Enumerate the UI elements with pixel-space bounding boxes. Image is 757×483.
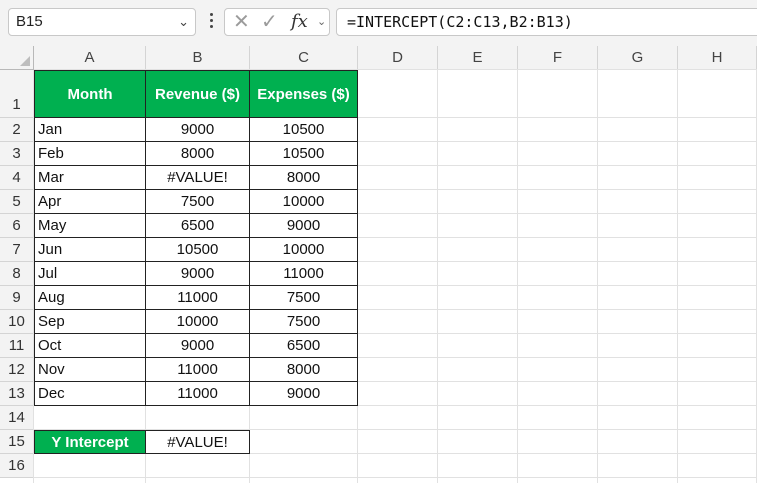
column-header-h[interactable]: H <box>678 46 757 70</box>
select-all-button[interactable] <box>0 46 34 70</box>
table-cell[interactable]: 11000 <box>146 358 250 382</box>
table-cell[interactable]: 11000 <box>146 286 250 310</box>
row-header-4[interactable]: 4 <box>0 166 34 190</box>
table-cell[interactable]: 9000 <box>250 214 358 238</box>
table-cell[interactable]: Mar <box>34 166 146 190</box>
row-header-1[interactable]: 1 <box>0 70 34 118</box>
row-header-3[interactable]: 3 <box>0 142 34 166</box>
more-options-icon[interactable] <box>205 10 217 34</box>
table-cell[interactable]: 9000 <box>146 262 250 286</box>
table-header-cell[interactable]: Expenses ($) <box>250 70 358 118</box>
y-intercept-label[interactable]: Y Intercept <box>34 430 146 454</box>
y-intercept-value[interactable]: #VALUE! <box>146 430 250 454</box>
row-header-12[interactable]: 12 <box>0 358 34 382</box>
table-cell[interactable]: 10500 <box>250 142 358 166</box>
table-cell[interactable]: 7500 <box>250 310 358 334</box>
table-cell[interactable]: #VALUE! <box>146 166 250 190</box>
row-header-6[interactable]: 6 <box>0 214 34 238</box>
table-cell[interactable]: Jan <box>34 118 146 142</box>
table-cell[interactable]: 9000 <box>146 334 250 358</box>
table-header-cell[interactable]: Month <box>34 70 146 118</box>
column-header-c[interactable]: C <box>250 46 358 70</box>
row-header-5[interactable]: 5 <box>0 190 34 214</box>
table-cell[interactable]: 8000 <box>250 358 358 382</box>
confirm-icon[interactable]: ✓ <box>261 9 278 35</box>
table-cell[interactable]: 6500 <box>146 214 250 238</box>
chevron-down-icon[interactable]: ⌄ <box>317 9 326 35</box>
row-header-7[interactable]: 7 <box>0 238 34 262</box>
table-cell[interactable]: 10000 <box>250 238 358 262</box>
cell-grid[interactable]: Month Revenue ($) Expenses ($) Jan 9000 10500… <box>33 69 757 483</box>
table-cell[interactable]: Dec <box>34 382 146 406</box>
row-header-11[interactable]: 11 <box>0 334 34 358</box>
table-cell[interactable]: Aug <box>34 286 146 310</box>
table-cell[interactable]: Jun <box>34 238 146 262</box>
column-header-f[interactable]: F <box>518 46 598 70</box>
grid-line <box>597 70 598 483</box>
table-cell[interactable]: 6500 <box>250 334 358 358</box>
table-cell[interactable]: Oct <box>34 334 146 358</box>
row-header-2[interactable]: 2 <box>0 118 34 142</box>
table-cell[interactable]: 10500 <box>250 118 358 142</box>
table-header-cell[interactable]: Revenue ($) <box>146 70 250 118</box>
insert-function-icon[interactable]: fx <box>291 9 308 35</box>
row-header-9[interactable]: 9 <box>0 286 34 310</box>
formula-controls: ✕ ✓ fx ⌄ <box>224 8 330 36</box>
grid-line <box>34 477 757 478</box>
table-cell[interactable]: 7500 <box>146 190 250 214</box>
cancel-icon[interactable]: ✕ <box>233 9 250 35</box>
table-cell[interactable]: 10000 <box>250 190 358 214</box>
table-cell[interactable]: May <box>34 214 146 238</box>
column-header-e[interactable]: E <box>438 46 518 70</box>
formula-input[interactable]: =INTERCEPT(C2:C13,B2:B13) <box>336 8 757 36</box>
table-cell[interactable]: 8000 <box>250 166 358 190</box>
row-header-14[interactable]: 14 <box>0 406 34 430</box>
row-header-16[interactable]: 16 <box>0 454 34 478</box>
row-header-13[interactable]: 13 <box>0 382 34 406</box>
table-cell[interactable]: Feb <box>34 142 146 166</box>
table-cell[interactable]: 9000 <box>146 118 250 142</box>
column-header-a[interactable]: A <box>34 46 146 70</box>
table-cell[interactable]: Apr <box>34 190 146 214</box>
column-header-g[interactable]: G <box>598 46 678 70</box>
column-header-b[interactable]: B <box>146 46 250 70</box>
row-header-15[interactable]: 15 <box>0 430 34 454</box>
table-cell[interactable]: 10000 <box>146 310 250 334</box>
table-cell[interactable]: 11000 <box>250 262 358 286</box>
table-cell[interactable]: Jul <box>34 262 146 286</box>
name-box[interactable]: B15 ⌄ <box>8 8 196 36</box>
table-cell[interactable]: 9000 <box>250 382 358 406</box>
table-cell[interactable]: 7500 <box>250 286 358 310</box>
grid-line <box>677 70 678 483</box>
table-cell[interactable]: 8000 <box>146 142 250 166</box>
name-box-value: B15 <box>16 13 43 30</box>
row-header-8[interactable]: 8 <box>0 262 34 286</box>
grid-line <box>517 70 518 483</box>
table-cell[interactable]: 11000 <box>146 382 250 406</box>
table-cell[interactable]: Sep <box>34 310 146 334</box>
table-cell[interactable]: Nov <box>34 358 146 382</box>
chevron-down-icon[interactable]: ⌄ <box>178 9 189 35</box>
grid-line <box>437 70 438 483</box>
row-header-10[interactable]: 10 <box>0 310 34 334</box>
column-header-d[interactable]: D <box>358 46 438 70</box>
table-cell[interactable]: 10500 <box>146 238 250 262</box>
formula-bar: B15 ⌄ ✕ ✓ fx ⌄ =INTERCEPT(C2:C13,B2:B13) <box>0 0 757 46</box>
